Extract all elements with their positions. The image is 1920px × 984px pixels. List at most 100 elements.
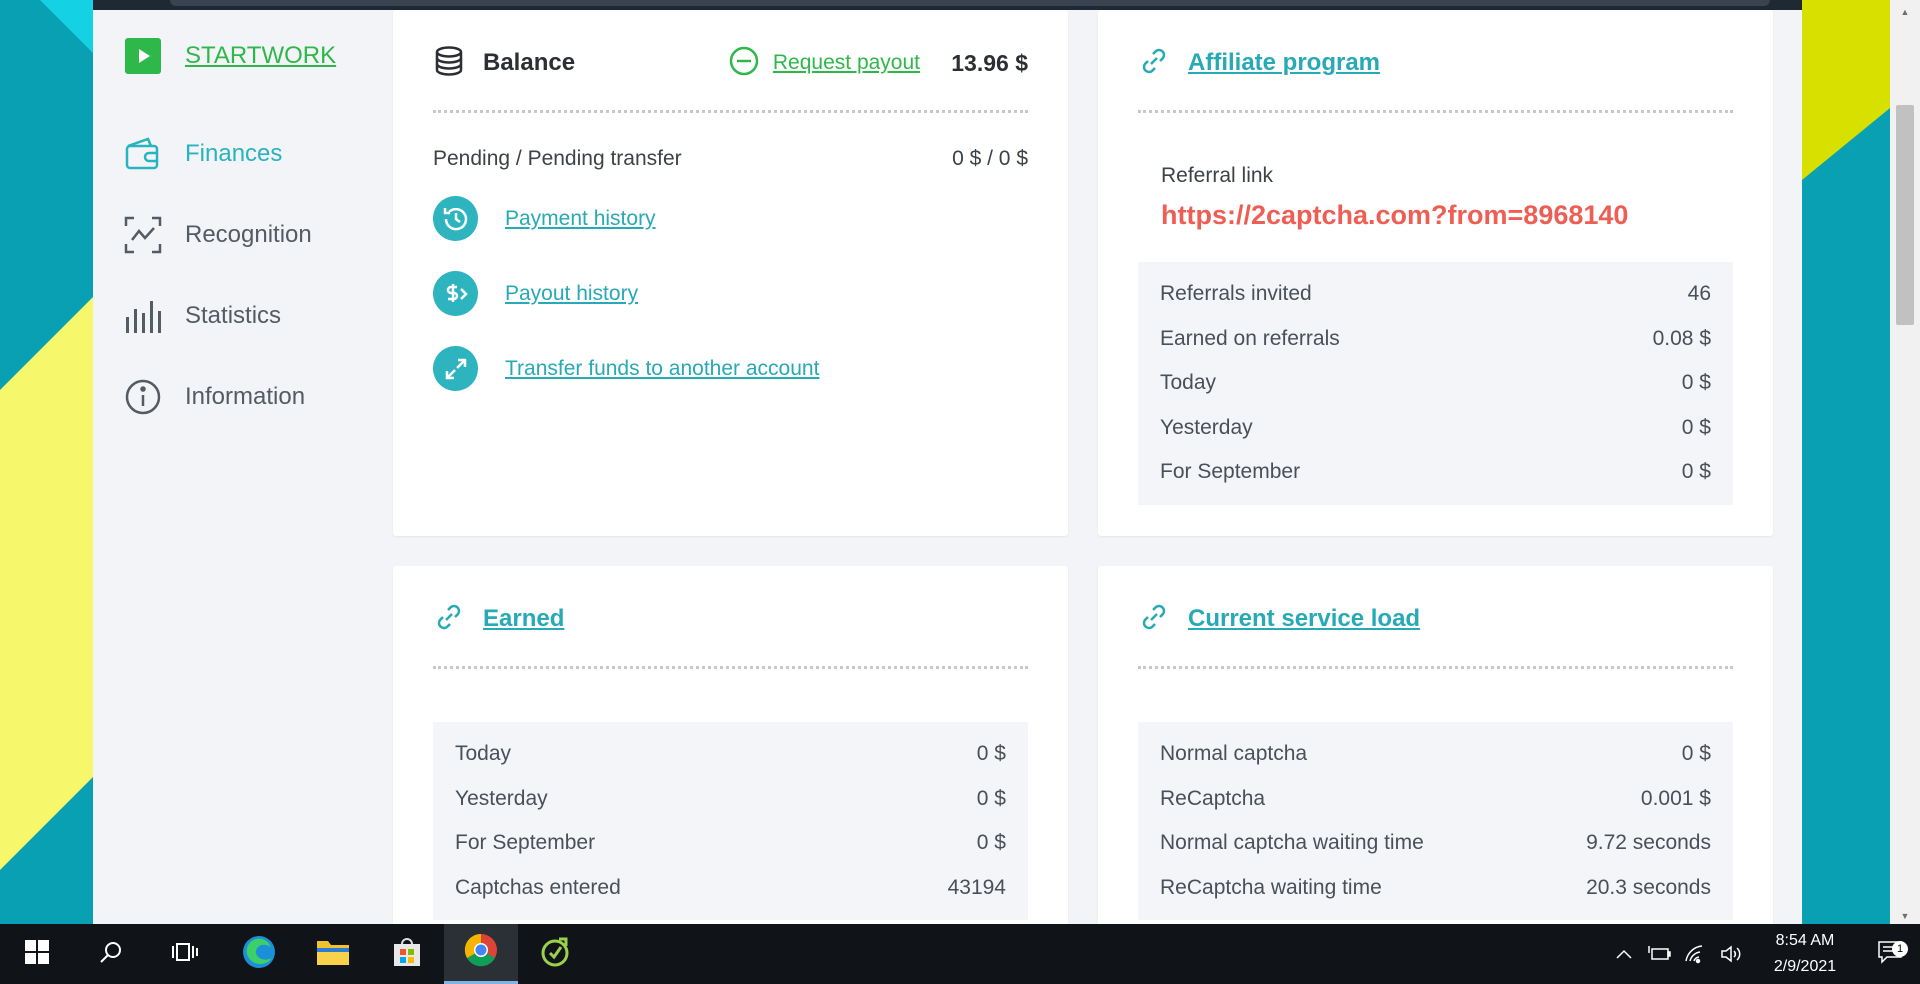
sidebar-item-statistics[interactable]: Statistics xyxy=(123,275,373,356)
link-icon xyxy=(1138,45,1170,82)
stat-row: ReCaptcha waiting time 20.3 seconds xyxy=(1160,866,1711,911)
earned-header: Earned xyxy=(433,598,1028,640)
stat-label: For September xyxy=(1160,460,1301,484)
notification-count-badge: 1 xyxy=(1892,940,1908,957)
payout-history-link[interactable]: Payout history xyxy=(433,271,638,316)
stat-label: Normal captcha xyxy=(1160,742,1308,766)
history-icon xyxy=(433,196,478,241)
stat-label: Earned on referrals xyxy=(1160,326,1340,350)
task-view-button[interactable] xyxy=(148,924,222,984)
stat-value: 0 $ xyxy=(1681,371,1711,395)
edge-taskbar-button[interactable] xyxy=(222,924,296,984)
sidebar-item-label: Information xyxy=(185,382,306,410)
stat-row: Today 0 $ xyxy=(455,732,1006,777)
sidebar-item-label: STARTWORK xyxy=(185,42,337,69)
affiliate-header: Affiliate program xyxy=(1138,42,1733,84)
pending-row: Pending / Pending transfer 0 $ / 0 $ xyxy=(433,147,1028,171)
bar-chart-icon xyxy=(123,296,163,336)
scroll-down-arrow-icon[interactable]: ▼ xyxy=(1890,908,1920,924)
service-load-header: Current service load xyxy=(1138,598,1733,640)
affiliate-card: Affiliate program Referral link https://… xyxy=(1098,10,1773,536)
stat-value: 0 $ xyxy=(1681,460,1711,484)
stat-row: Normal captcha 0 $ xyxy=(1160,732,1711,777)
page-content: STARTWORK Finances Recognition Statistic… xyxy=(93,10,1802,946)
minus-circle-icon xyxy=(729,46,759,81)
scan-icon xyxy=(123,215,163,255)
stat-row: Earned on referrals 0.08 $ xyxy=(1160,317,1711,362)
pending-label: Pending / Pending transfer xyxy=(433,147,682,170)
app-taskbar-button[interactable] xyxy=(518,924,592,984)
start-button[interactable] xyxy=(0,924,74,984)
stat-label: Referrals invited xyxy=(1160,282,1312,306)
sidebar-item-information[interactable]: Information xyxy=(123,356,373,437)
stat-row: For September 0 $ xyxy=(1160,450,1711,495)
sidebar-item-finances[interactable]: Finances xyxy=(123,113,373,194)
request-payout-link[interactable]: Request payout xyxy=(729,42,920,84)
dollar-arrow-icon xyxy=(433,271,478,316)
request-payout-label: Request payout xyxy=(772,51,920,74)
scroll-up-arrow-icon[interactable]: ▲ xyxy=(1890,4,1920,20)
stat-label: Captchas entered xyxy=(455,875,621,899)
store-taskbar-button[interactable] xyxy=(370,924,444,984)
balance-title: Balance xyxy=(483,49,576,76)
system-tray: 8:54 AM 2/9/2021 1 xyxy=(1606,924,1920,984)
transfer-funds-link[interactable]: Transfer funds to another account xyxy=(433,346,819,391)
battery-icon[interactable] xyxy=(1642,945,1678,963)
sidebar-item-startwork[interactable]: STARTWORK xyxy=(123,32,373,80)
stat-label: For September xyxy=(455,831,596,855)
store-bag-icon xyxy=(391,936,423,973)
scrollbar-thumb[interactable] xyxy=(1896,105,1914,325)
notifications-button[interactable]: 1 xyxy=(1860,940,1920,969)
stat-row: Captchas entered 43194 xyxy=(455,866,1006,911)
balance-header: Balance Request payout 13.96 $ xyxy=(433,42,1028,84)
task-view-icon xyxy=(172,940,198,969)
background-decoration-right xyxy=(1802,0,1890,924)
page-scrollbar[interactable]: ▲ ▼ xyxy=(1890,0,1920,924)
file-explorer-taskbar-button[interactable] xyxy=(296,924,370,984)
stat-row: Yesterday 0 $ xyxy=(1160,406,1711,451)
stat-row: ReCaptcha 0.001 $ xyxy=(1160,777,1711,822)
divider xyxy=(1138,110,1733,113)
service-load-card: Current service load Normal captcha 0 $ R… xyxy=(1098,566,1773,946)
browser-top-edge xyxy=(0,0,1920,10)
stat-row: Referrals invited 46 xyxy=(1160,272,1711,317)
balance-amount: 13.96 $ xyxy=(951,50,1028,76)
system-clock[interactable]: 8:54 AM 2/9/2021 xyxy=(1750,928,1860,980)
wifi-icon[interactable] xyxy=(1678,944,1714,964)
stat-label: Today xyxy=(455,742,512,766)
referral-link-url[interactable]: https://2captcha.com?from=8968140 xyxy=(1161,200,1628,231)
payout-history-label: Payout history xyxy=(505,281,639,305)
play-icon xyxy=(123,36,163,76)
stat-label: ReCaptcha xyxy=(1160,786,1266,810)
earned-stats: Today 0 $ Yesterday 0 $ For September 0 $ C… xyxy=(433,722,1028,920)
sidebar-item-label: Recognition xyxy=(185,220,312,248)
payment-history-label: Payment history xyxy=(505,206,656,230)
stat-label: Normal captcha waiting time xyxy=(1160,831,1424,855)
stat-value: 0.08 $ xyxy=(1652,326,1711,350)
divider xyxy=(433,110,1028,113)
sidebar-item-recognition[interactable]: Recognition xyxy=(123,194,373,275)
stat-value: 0 $ xyxy=(976,786,1006,810)
info-icon xyxy=(123,377,163,417)
sidebar-nav: STARTWORK Finances Recognition Statistic… xyxy=(123,32,373,437)
coins-icon xyxy=(433,45,465,82)
earned-title-link[interactable]: Earned xyxy=(483,605,564,633)
stat-label: Yesterday xyxy=(1160,415,1253,439)
chevron-up-icon[interactable] xyxy=(1606,948,1642,960)
stat-label: Today xyxy=(1160,371,1217,395)
chrome-browser-icon xyxy=(464,933,498,972)
search-button[interactable] xyxy=(74,924,148,984)
service-load-title-link[interactable]: Current service load xyxy=(1188,605,1420,633)
transfer-arrows-icon xyxy=(433,346,478,391)
stat-value: 43194 xyxy=(947,875,1006,899)
affiliate-stats: Referrals invited 46 Earned on referrals 0… xyxy=(1138,262,1733,505)
stat-label: ReCaptcha waiting time xyxy=(1160,875,1382,899)
chrome-taskbar-button[interactable] xyxy=(444,924,518,984)
affiliate-title-link[interactable]: Affiliate program xyxy=(1188,49,1380,77)
background-decoration-left xyxy=(0,0,93,924)
stat-value: 0 $ xyxy=(1681,742,1711,766)
payment-history-link[interactable]: Payment history xyxy=(433,196,656,241)
clock-time: 8:54 AM xyxy=(1775,932,1835,949)
volume-icon[interactable] xyxy=(1714,944,1750,964)
earned-card: Earned Today 0 $ Yesterday 0 $ For Septemb… xyxy=(393,566,1068,946)
